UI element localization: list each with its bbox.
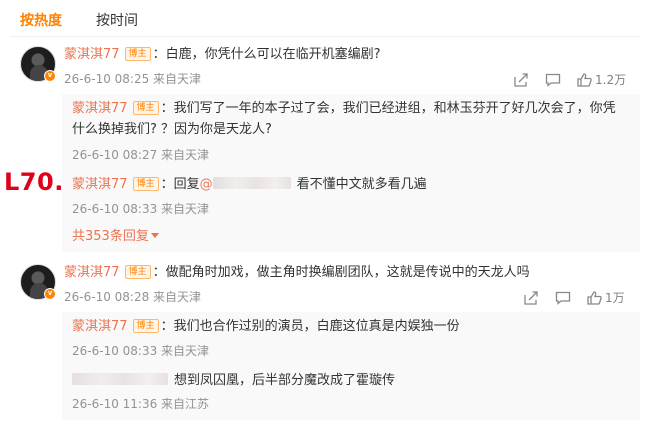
chevron-down-icon [150, 233, 159, 238]
comment-2-header: 蒙淇淇77 博主 ：做配角时加戏，做主角时换编剧团队，这就是传说中的天龙人吗 [64, 265, 530, 280]
reply-3-line: 蒙淇淇77 博主 ：我们也合作过别的演员，白鹿这位真是内娱独一份 [72, 319, 460, 334]
comment-2-actions: 1万 [524, 289, 625, 306]
blogger-tag: 博主 [124, 265, 151, 279]
redacted-username [72, 373, 168, 385]
blogger-tag: 博主 [124, 47, 151, 61]
like-count: 1.2万 [595, 73, 627, 87]
more-replies-label: 共353条回复 [72, 229, 149, 244]
redacted-username [212, 177, 291, 189]
mention-at[interactable]: @ [200, 177, 213, 192]
reply-1-line2: 什么换掉我们? ？因为你是天龙人? [72, 121, 272, 139]
thumbs-up-icon [577, 72, 592, 87]
more-replies-link[interactable]: 共353条回复 [72, 228, 159, 246]
reply-text: 我们也合作过别的演员，白鹿这位真是内娱独一份 [173, 319, 460, 334]
comment-1-actions: 1.2万 [514, 71, 626, 88]
comment-author[interactable]: 蒙淇淇77 [64, 265, 120, 280]
reply-time: 26-6-10 08:33 来自天津 [72, 344, 210, 358]
share-button[interactable] [514, 72, 529, 87]
comment-icon [545, 73, 561, 87]
like-button[interactable]: 1.2万 [577, 71, 626, 88]
comment-button[interactable] [545, 73, 561, 87]
divider [10, 36, 640, 37]
like-count: 1万 [605, 291, 625, 305]
blogger-tag: 博主 [132, 319, 159, 333]
comment-button[interactable] [555, 291, 571, 305]
reply-time: 26-6-10 08:27 来自天津 [72, 148, 210, 162]
like-button[interactable]: 1万 [587, 289, 625, 306]
reply-text: 看不懂中文就多看几遍 [296, 177, 427, 192]
reply-author[interactable]: 蒙淇淇77 [72, 177, 128, 192]
reply-1-line1: 蒙淇淇77 博主 ：我们写了一年的本子过了会，我们已经进组，和林玉芬开了好几次会了，… [72, 101, 616, 116]
reply-text-continued: 什么换掉我们? ？因为你是天龙人? [72, 122, 272, 137]
reply-author[interactable]: 蒙淇淇77 [72, 101, 128, 116]
reply-2-line: 蒙淇淇77 博主 ：回复@ 看不懂中文就多看几遍 [72, 177, 427, 192]
verified-badge-icon: v [44, 288, 56, 300]
tab-sort-by-time[interactable]: 按时间 [96, 10, 138, 32]
thumbs-up-icon [587, 290, 602, 305]
reply-4-line: 想到凤囚凰，后半部分魔改成了霍璇传 [72, 372, 395, 390]
reply-time: 26-6-10 08:33 来自天津 [72, 202, 210, 216]
share-icon [514, 72, 528, 87]
comment-text: 做配角时加戏，做主角时换编剧团队，这就是传说中的天龙人吗 [165, 265, 530, 280]
reply-text: 想到凤囚凰，后半部分魔改成了霍璇传 [174, 373, 396, 388]
comment-time: 26-6-10 08:25 来自天津 [64, 72, 202, 86]
reply-author[interactable]: 蒙淇淇77 [72, 319, 128, 334]
share-button[interactable] [524, 290, 539, 305]
comment-1-header: 蒙淇淇77 博主 ：白鹿，你凭什么可以在临开机塞编剧? [64, 47, 381, 62]
comment-author[interactable]: 蒙淇淇77 [64, 47, 120, 62]
comment-time: 26-6-10 08:28 来自天津 [64, 290, 202, 304]
comment-text: 白鹿，你凭什么可以在临开机塞编剧? [165, 47, 381, 62]
blogger-tag: 博主 [132, 101, 159, 115]
comment-icon [555, 291, 571, 305]
blogger-tag: 博主 [132, 177, 159, 191]
tab-sort-by-hot[interactable]: 按热度 [20, 10, 62, 32]
reply-prefix: 回复 [173, 177, 200, 192]
reply-text: 我们写了一年的本子过了会，我们已经进组，和林玉芬开了好几次会了，你凭 [173, 101, 616, 116]
reply-time: 26-6-10 11:36 来自江苏 [72, 397, 210, 411]
sort-tabs: 按热度 按时间 [20, 10, 138, 32]
verified-badge-icon: v [44, 70, 56, 82]
share-icon [524, 290, 538, 305]
